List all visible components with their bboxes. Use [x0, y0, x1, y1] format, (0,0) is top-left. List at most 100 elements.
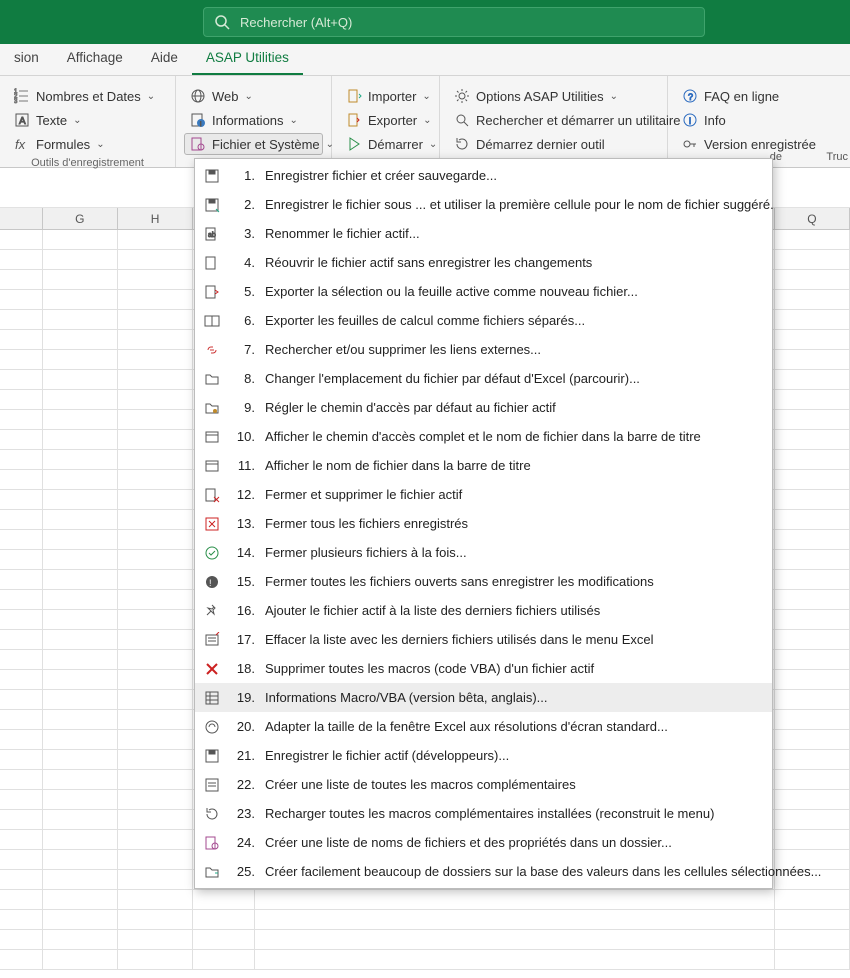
info-button[interactable]: i Info [676, 109, 830, 131]
menu-item-14[interactable]: 14.Fermer plusieurs fichiers à la fois..… [195, 538, 772, 567]
chevron-down-icon: ⌄ [422, 91, 430, 102]
menu-item-5[interactable]: 5.Exporter la sélection ou la feuille ac… [195, 277, 772, 306]
menu-item-25[interactable]: 25.Créer facilement beaucoup de dossiers… [195, 857, 772, 886]
menu-item-9[interactable]: 9.Régler le chemin d'accès par défaut au… [195, 393, 772, 422]
chevron-down-icon: ⌄ [290, 115, 298, 126]
menu-item-icon [201, 457, 223, 475]
col-head-g[interactable]: G [43, 208, 118, 229]
search-box[interactable]: Rechercher (Alt+Q) [203, 7, 705, 37]
menu-item-icon [201, 718, 223, 736]
menu-item-number: 8. [233, 371, 255, 386]
menu-item-label: Fermer et supprimer le fichier actif [265, 487, 762, 502]
menu-item-number: 11. [233, 458, 255, 473]
menu-item-icon [201, 747, 223, 765]
menu-item-icon [201, 805, 223, 823]
fichier-systeme-button[interactable]: Fichier et Système⌄ [184, 133, 323, 155]
menu-item-2[interactable]: 2.Enregistrer le fichier sous ... et uti… [195, 190, 772, 219]
menu-item-16[interactable]: 16.Ajouter le fichier actif à la liste d… [195, 596, 772, 625]
menu-item-label: Régler le chemin d'accès par défaut au f… [265, 400, 762, 415]
nombres-dates-button[interactable]: 123 Nombres et Dates⌄ [8, 85, 167, 107]
menu-item-13[interactable]: 13.Fermer tous les fichiers enregistrés [195, 509, 772, 538]
col-head-edge[interactable] [0, 208, 43, 229]
tab-asap-utilities[interactable]: ASAP Utilities [192, 44, 303, 75]
title-bar: Rechercher (Alt+Q) [0, 0, 850, 44]
menu-item-number: 15. [233, 574, 255, 589]
svg-text:A: A [19, 116, 26, 127]
menu-item-11[interactable]: 11.Afficher le nom de fichier dans la ba… [195, 451, 772, 480]
col-head-q[interactable]: Q [775, 208, 850, 229]
chevron-down-icon: ⌄ [96, 139, 104, 150]
formules-button[interactable]: fx Formules⌄ [8, 133, 167, 155]
menu-item-3[interactable]: ab 3. Renommer le fichier actif... [195, 219, 772, 248]
grid-row[interactable] [0, 890, 850, 910]
menu-item-21[interactable]: 21. Enregistrer le fichier actif (dévelop… [195, 741, 772, 770]
menu-item-number: 17. [233, 632, 255, 647]
exporter-button[interactable]: Exporter⌄ [340, 109, 431, 131]
menu-item-15[interactable]: !15.Fermer toutes les fichiers ouverts s… [195, 567, 772, 596]
menu-item-icon [201, 515, 223, 533]
menu-item-4[interactable]: 4.Réouvrir le fichier actif sans enregis… [195, 248, 772, 277]
menu-item-number: 18. [233, 661, 255, 676]
menu-item-number: 12. [233, 487, 255, 502]
menu-item-8[interactable]: 8.Changer l'emplacement du fichier par d… [195, 364, 772, 393]
menu-item-number: 7. [233, 342, 255, 357]
menu-item-icon [201, 776, 223, 794]
menu-item-icon [201, 370, 223, 388]
svg-text:!: ! [209, 578, 212, 588]
texte-button[interactable]: A Texte⌄ [8, 109, 167, 131]
menu-item-number: 21. [233, 748, 255, 763]
menu-item-icon [201, 660, 223, 678]
menu-item-1[interactable]: 1.Enregistrer fichier et créer sauvegard… [195, 161, 772, 190]
chevron-down-icon: ⌄ [429, 139, 437, 150]
menu-item-7[interactable]: 7.Rechercher et/ou supprimer les liens e… [195, 335, 772, 364]
menu-item-icon: ab [201, 225, 223, 243]
menu-item-number: 25. [233, 864, 255, 879]
demarrer-button[interactable]: Démarrer⌄ [340, 133, 431, 155]
faq-button[interactable]: ? FAQ en ligne [676, 85, 830, 107]
file-system-icon [190, 136, 206, 152]
tab-aide[interactable]: Aide [137, 44, 192, 75]
grid-row[interactable] [0, 910, 850, 930]
menu-item-18[interactable]: 18. Supprimer toutes les macros (code VBA… [195, 654, 772, 683]
menu-item-12[interactable]: 12. Fermer et supprimer le fichier actif [195, 480, 772, 509]
importer-button[interactable]: Importer⌄ [340, 85, 431, 107]
menu-item-icon [201, 428, 223, 446]
menu-item-10[interactable]: 10.Afficher le chemin d'accès complet et… [195, 422, 772, 451]
informations-button[interactable]: i Informations⌄ [184, 109, 323, 131]
menu-item-label: Supprimer toutes les macros (code VBA) d… [265, 661, 762, 676]
grid-row[interactable] [0, 950, 850, 970]
demarrez-dernier-button[interactable]: Démarrez dernier outil [448, 133, 659, 155]
menu-item-label: Renommer le fichier actif... [265, 226, 762, 241]
menu-item-label: Enregistrer le fichier actif (développeu… [265, 748, 762, 763]
options-asap-button[interactable]: Options ASAP Utilities⌄ [448, 85, 659, 107]
menu-item-23[interactable]: 23.Recharger toutes les macros complémen… [195, 799, 772, 828]
menu-item-label: Ajouter le fichier actif à la liste des … [265, 603, 762, 618]
menu-item-22[interactable]: 22.Créer une liste de toutes les macros … [195, 770, 772, 799]
menu-item-label: Créer une liste de toutes les macros com… [265, 777, 762, 792]
menu-item-number: 3. [233, 226, 255, 241]
menu-item-icon [201, 196, 223, 214]
menu-item-6[interactable]: 6.Exporter les feuilles de calcul comme … [195, 306, 772, 335]
menu-item-20[interactable]: 20.Adapter la taille de la fenêtre Excel… [195, 712, 772, 741]
menu-item-19[interactable]: 19.Informations Macro/VBA (version bêta,… [195, 683, 772, 712]
chevron-down-icon: ⌄ [147, 91, 155, 102]
menu-item-17[interactable]: 17.Effacer la liste avec les derniers fi… [195, 625, 772, 654]
chevron-down-icon: ⌄ [610, 91, 618, 102]
menu-item-label: Réouvrir le fichier actif sans enregistr… [265, 255, 762, 270]
grid-row[interactable] [0, 930, 850, 950]
col-head-h[interactable]: H [118, 208, 193, 229]
tab-revision-partial[interactable]: sion [0, 44, 53, 75]
version-button[interactable]: Version enregistrée [676, 133, 830, 155]
menu-item-icon [201, 312, 223, 330]
tab-affichage[interactable]: Affichage [53, 44, 137, 75]
rechercher-demarrer-button[interactable]: Rechercher et démarrer un utilitaire [448, 109, 659, 131]
play-icon [346, 136, 362, 152]
menu-item-number: 10. [233, 429, 255, 444]
menu-item-icon [201, 863, 223, 881]
menu-item-24[interactable]: 24.Créer une liste de noms de fichiers e… [195, 828, 772, 857]
menu-item-number: 24. [233, 835, 255, 850]
menu-item-number: 14. [233, 545, 255, 560]
web-button[interactable]: Web⌄ [184, 85, 323, 107]
group-label-enregistrement: Outils d'enregistrement [8, 155, 167, 169]
svg-text:fx: fx [15, 137, 26, 152]
